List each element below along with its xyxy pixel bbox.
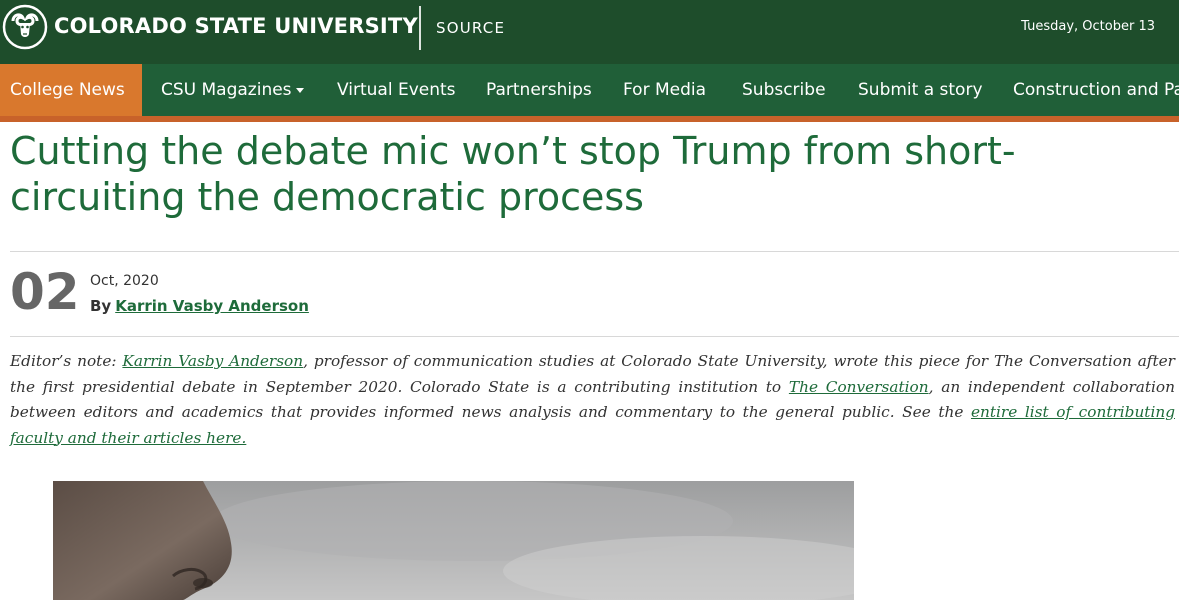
site-header: COLORADO STATE UNIVERSITY SOURCE Tuesday… bbox=[0, 0, 1179, 64]
nav-item-partnerships[interactable]: Partnerships bbox=[486, 64, 592, 116]
ram-head-logo-icon[interactable] bbox=[2, 4, 48, 50]
editors-note: Editor’s note: Karrin Vasby Anderson, pr… bbox=[10, 349, 1175, 451]
caret-down-icon bbox=[295, 87, 304, 93]
university-name[interactable]: COLORADO STATE UNIVERSITY bbox=[54, 14, 418, 38]
author-link[interactable]: Karrin Vasby Anderson bbox=[115, 297, 309, 315]
article-hero-image bbox=[53, 481, 854, 600]
source-label[interactable]: SOURCE bbox=[436, 19, 505, 37]
nav-item-label: College News bbox=[10, 80, 125, 100]
author-link-inline[interactable]: Karrin Vasby Anderson bbox=[122, 352, 303, 370]
article-title: Cutting the debate mic won’t stop Trump … bbox=[10, 129, 1016, 219]
by-label: By bbox=[90, 297, 112, 315]
nav-item-label: Partnerships bbox=[486, 80, 592, 100]
the-conversation-link[interactable]: The Conversation bbox=[789, 378, 929, 396]
nav-item-csu-magazines[interactable]: CSU Magazines bbox=[161, 64, 304, 116]
nav-item-for-media[interactable]: For Media bbox=[623, 64, 706, 116]
nav-item-subscribe[interactable]: Subscribe bbox=[742, 64, 826, 116]
nav-item-label: Submit a story bbox=[858, 80, 983, 100]
post-day: 02 bbox=[10, 263, 80, 321]
nav-item-construction[interactable]: Construction and Pa bbox=[1013, 64, 1179, 116]
nav-item-submit-story[interactable]: Submit a story bbox=[858, 64, 983, 116]
nav-item-label: Subscribe bbox=[742, 80, 826, 100]
editors-note-label: Editor’s note: bbox=[10, 352, 117, 370]
post-month-year: Oct, 2020 bbox=[90, 273, 159, 289]
nav-item-label: Construction and Pa bbox=[1013, 80, 1179, 100]
nav-item-college-news[interactable]: College News bbox=[0, 64, 142, 116]
divider bbox=[10, 251, 1179, 252]
nav-item-label: Virtual Events bbox=[337, 80, 456, 100]
divider bbox=[10, 336, 1179, 337]
main-navigation: College News CSU Magazines Virtual Event… bbox=[0, 64, 1179, 122]
current-date: Tuesday, October 13 bbox=[1021, 19, 1155, 34]
byline: By Karrin Vasby Anderson bbox=[90, 297, 309, 315]
header-divider bbox=[419, 6, 421, 50]
nav-item-label: CSU Magazines bbox=[161, 80, 292, 100]
nav-item-label: For Media bbox=[623, 80, 707, 100]
nav-item-virtual-events[interactable]: Virtual Events bbox=[337, 64, 456, 116]
hero-photo-illustration bbox=[53, 481, 854, 600]
